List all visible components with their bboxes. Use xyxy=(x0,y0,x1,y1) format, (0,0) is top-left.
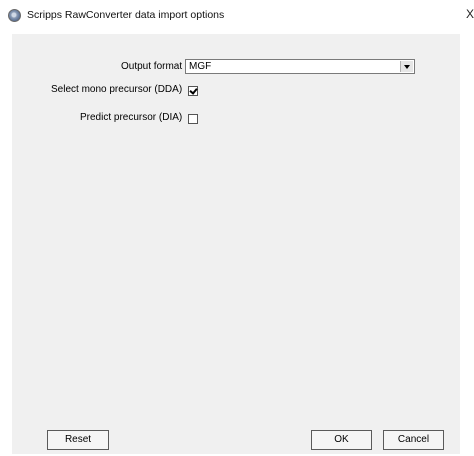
output-format-select[interactable]: MGF xyxy=(185,59,415,74)
dialog-body xyxy=(12,34,460,454)
mono-precursor-label: Select mono precursor (DDA) xyxy=(51,84,183,95)
window-title: Scripps RawConverter data import options xyxy=(27,9,225,21)
ok-button[interactable]: OK xyxy=(311,430,372,450)
predict-precursor-label: Predict precursor (DIA) xyxy=(80,112,183,123)
app-icon xyxy=(8,9,21,22)
chevron-down-icon[interactable] xyxy=(400,61,413,72)
title-bar: Scripps RawConverter data import options… xyxy=(0,0,474,34)
cancel-button[interactable]: Cancel xyxy=(383,430,444,450)
reset-button[interactable]: Reset xyxy=(47,430,109,450)
mono-precursor-checkbox[interactable] xyxy=(188,86,198,96)
close-button[interactable]: X xyxy=(466,7,474,21)
output-format-value: MGF xyxy=(189,61,212,72)
predict-precursor-checkbox[interactable] xyxy=(188,114,198,124)
output-format-label: Output format xyxy=(121,61,183,72)
